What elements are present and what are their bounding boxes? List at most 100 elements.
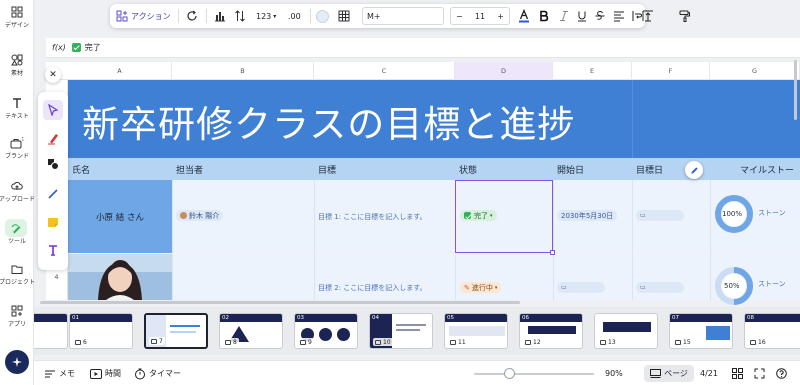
- fill-color-button[interactable]: [316, 4, 329, 28]
- shape-tool[interactable]: [43, 154, 63, 174]
- slide-thumbnail[interactable]: 07 15: [669, 313, 733, 349]
- column-header[interactable]: G: [710, 62, 800, 80]
- zoom-value[interactable]: 90%: [605, 361, 623, 385]
- rail-item-text[interactable]: テキスト: [0, 97, 34, 120]
- font-size-increase[interactable]: +: [497, 12, 504, 21]
- edit-button[interactable]: [685, 161, 703, 179]
- goal-value[interactable]: 目標 1: ここに目標を記入します。: [318, 212, 427, 222]
- column-header-selected[interactable]: D: [455, 62, 553, 80]
- start-date-chip[interactable]: ▭: [557, 282, 605, 293]
- slide-thumbnail[interactable]: 08 16: [744, 313, 800, 349]
- formula-bar[interactable]: f(x) 完了: [46, 38, 800, 58]
- timer-button[interactable]: タイマー: [134, 361, 181, 385]
- rail-item-projects[interactable]: プロジェクト: [0, 263, 35, 286]
- title-banner[interactable]: 新卒研修クラスの目標と進捗: [68, 80, 800, 158]
- status-badge[interactable]: ✎ 進行中 ▾: [460, 282, 502, 293]
- font-family-select[interactable]: M+: [362, 7, 444, 25]
- duration-button[interactable]: 時間: [90, 361, 121, 385]
- pages-button[interactable]: ページ: [644, 365, 694, 382]
- rail-item-elements[interactable]: 素材: [0, 54, 34, 77]
- name-cell[interactable]: 小原 結 さん: [68, 180, 172, 253]
- scroll-thumb[interactable]: [794, 60, 797, 120]
- photo-cell[interactable]: [68, 254, 172, 300]
- sticky-note-tool[interactable]: [43, 212, 63, 232]
- decimal-button[interactable]: .00: [288, 4, 301, 28]
- slide-thumbnail[interactable]: 01 6: [69, 313, 133, 349]
- goal-value[interactable]: 目標 2: ここに目標を記入します。: [318, 283, 427, 293]
- rail-item-apps[interactable]: アプリ: [0, 305, 34, 328]
- line-tool[interactable]: [43, 184, 63, 204]
- header-name[interactable]: 氏名: [72, 158, 90, 180]
- slide-thumbnail[interactable]: 13: [594, 313, 658, 349]
- chart-button[interactable]: [214, 4, 226, 28]
- italic-button[interactable]: [558, 4, 570, 28]
- header-status[interactable]: 状態: [459, 158, 477, 180]
- slide-thumbnail[interactable]: 04 10: [369, 313, 433, 349]
- slide-thumbnail[interactable]: 02 8: [219, 313, 283, 349]
- rail-item-brand[interactable]: ブランド: [0, 137, 34, 160]
- text-tool[interactable]: [43, 240, 63, 260]
- zoom-slider-track[interactable]: [474, 373, 594, 375]
- select-tool[interactable]: [43, 100, 63, 120]
- formula-value[interactable]: 完了: [85, 42, 101, 53]
- fullscreen-button[interactable]: [754, 361, 765, 385]
- header-target-date[interactable]: 目標日: [636, 158, 663, 180]
- magic-assistant-button[interactable]: [5, 350, 29, 374]
- align-button[interactable]: [613, 4, 625, 28]
- column-header[interactable]: C: [314, 62, 455, 80]
- slide-thumbnail[interactable]: 06 12: [519, 313, 583, 349]
- font-size-decrease[interactable]: −: [456, 12, 463, 21]
- action-button[interactable]: アクション: [116, 4, 171, 28]
- grid-view-button[interactable]: [732, 361, 743, 385]
- slide-thumbnail[interactable]: [34, 313, 68, 349]
- strikethrough-button[interactable]: [594, 4, 606, 28]
- slide-thumbnail[interactable]: 05 11: [444, 313, 508, 349]
- owner-chip[interactable]: 鈴木 陽介: [176, 210, 224, 221]
- font-size-stepper[interactable]: − 11 +: [450, 7, 510, 25]
- sheet-title[interactable]: 新卒研修クラスの目標と進捗: [82, 94, 575, 148]
- column-header[interactable]: F: [632, 62, 710, 80]
- rail-item-design[interactable]: デザイン: [0, 6, 34, 29]
- column-header[interactable]: A: [68, 62, 172, 80]
- header-start-date[interactable]: 開始日: [557, 158, 584, 180]
- fill-handle[interactable]: [550, 250, 555, 255]
- target-date-chip[interactable]: ▭: [636, 282, 684, 293]
- rail-item-tools[interactable]: ツール: [0, 222, 34, 245]
- start-date-chip[interactable]: 2030年5月30日: [557, 210, 618, 221]
- border-button[interactable]: [338, 4, 350, 28]
- design-icon: [11, 6, 23, 18]
- number-format-button[interactable]: 123 ▾: [256, 4, 276, 28]
- apps-icon: [11, 305, 23, 317]
- thumb-circle: [319, 328, 332, 341]
- slide-badge: 8: [223, 338, 239, 346]
- bold-button[interactable]: [538, 4, 550, 28]
- header-milestone[interactable]: マイルストー: [740, 158, 794, 180]
- font-size-value[interactable]: 11: [475, 12, 485, 21]
- help-button[interactable]: [776, 361, 787, 385]
- zoom-slider-knob[interactable]: [504, 368, 515, 379]
- text-color-button[interactable]: [518, 4, 530, 28]
- header-goal[interactable]: 目標: [318, 158, 336, 180]
- cell-selection[interactable]: [455, 180, 555, 255]
- horizontal-scrollbar[interactable]: [40, 299, 800, 305]
- slide-thumbnail[interactable]: 03 9: [294, 313, 358, 349]
- slide-thumbnail-active[interactable]: 7: [144, 313, 208, 349]
- milestone-percent: 100%: [722, 210, 743, 218]
- app-window: デザイン 素材 テキスト ブランド アップロード ツール プロジェクト アプリ …: [0, 0, 800, 385]
- pen-tool[interactable]: [43, 128, 63, 148]
- column-header[interactable]: E: [553, 62, 632, 80]
- sort-button[interactable]: [234, 4, 246, 28]
- scroll-thumb[interactable]: [40, 301, 520, 304]
- badge-count: 6: [83, 338, 87, 346]
- column-header[interactable]: B: [172, 62, 314, 80]
- format-painter-button[interactable]: [679, 4, 691, 28]
- refresh-button[interactable]: [186, 4, 198, 28]
- close-tools-button[interactable]: ✕: [45, 67, 61, 83]
- header-owner[interactable]: 担当者: [176, 158, 203, 180]
- vertical-scrollbar[interactable]: [793, 60, 798, 300]
- rail-item-uploads[interactable]: アップロード: [0, 180, 35, 203]
- target-date-chip[interactable]: ▭: [636, 210, 684, 221]
- vertical-align-button[interactable]: [642, 4, 654, 28]
- underline-button[interactable]: [576, 4, 588, 28]
- notes-button[interactable]: メモ: [44, 361, 75, 385]
